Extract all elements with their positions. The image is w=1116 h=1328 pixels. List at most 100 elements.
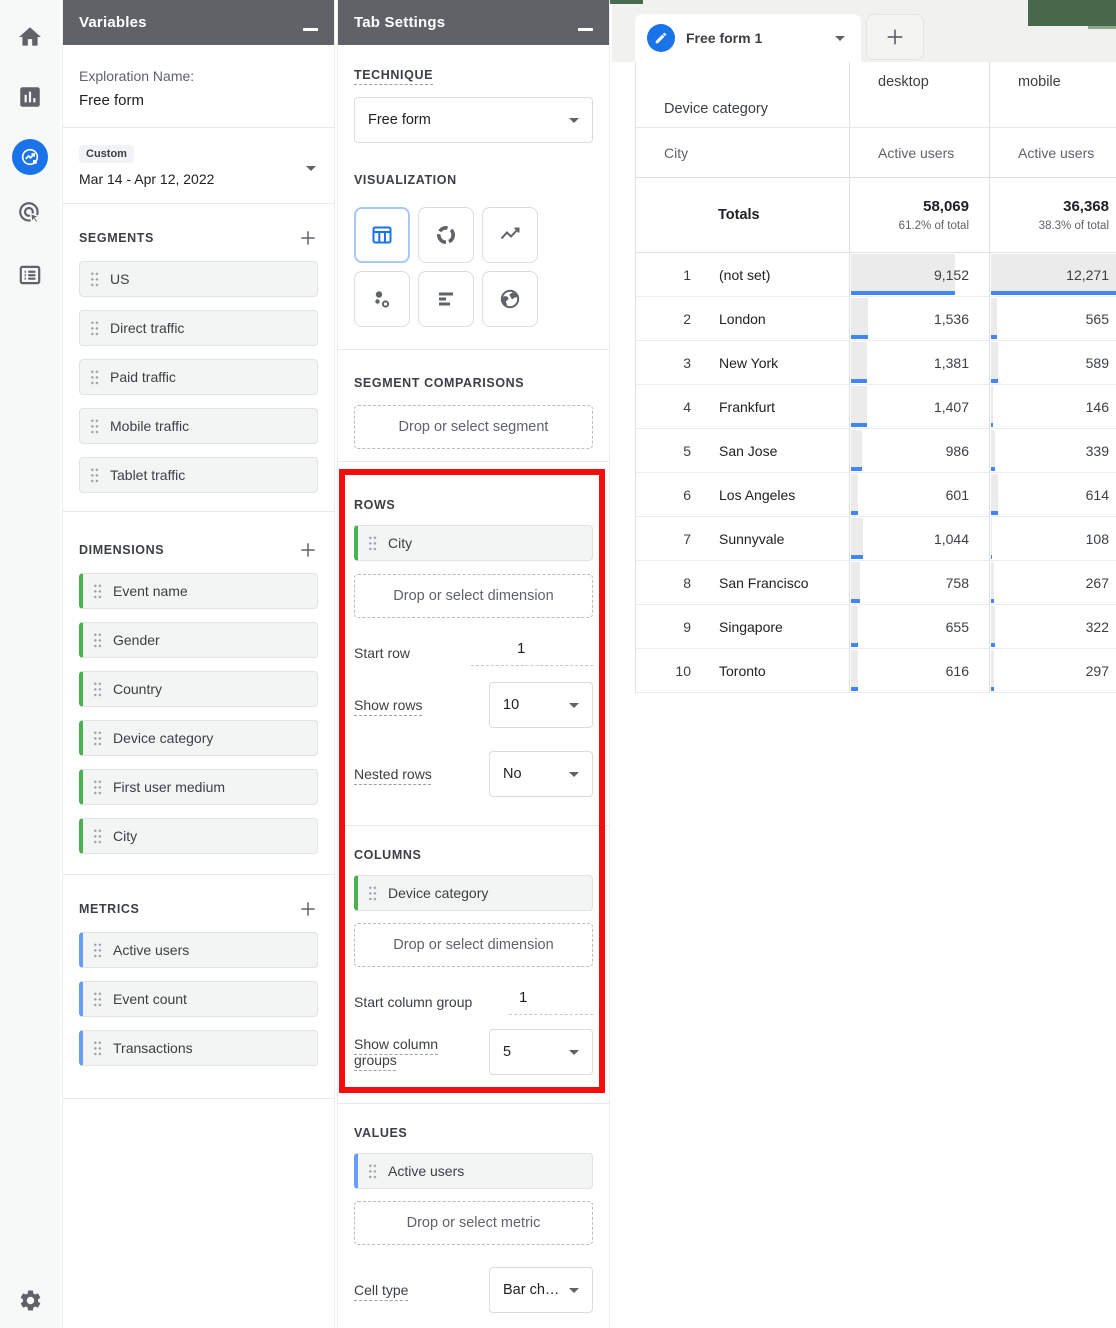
dimension-chip[interactable]: City bbox=[79, 818, 318, 854]
explore-icon[interactable] bbox=[0, 139, 60, 175]
row-label-cell[interactable]: 10Toronto bbox=[636, 649, 849, 692]
add-dimension-button[interactable] bbox=[298, 540, 318, 560]
row-label-cell[interactable]: 6Los Angeles bbox=[636, 473, 849, 516]
exploration-name-value[interactable]: Free form bbox=[79, 92, 318, 109]
advertising-icon[interactable] bbox=[0, 200, 60, 226]
exploration-name-label: Exploration Name: bbox=[79, 68, 318, 84]
nested-rows-label: Nested rows bbox=[354, 766, 432, 782]
metrics-section: METRICS Active usersEvent countTransacti… bbox=[63, 875, 334, 1099]
viz-line-chart-icon[interactable] bbox=[482, 207, 538, 263]
values-metric-chip[interactable]: Active users bbox=[354, 1153, 593, 1189]
value-cell-mobile[interactable]: 589 bbox=[989, 341, 1116, 384]
row-label-cell[interactable]: 7Sunnyvale bbox=[636, 517, 849, 560]
home-icon[interactable] bbox=[0, 24, 60, 50]
cell-value: 9,152 bbox=[934, 267, 969, 283]
show-rows-label: Show rows bbox=[354, 697, 422, 713]
viz-donut-chart-icon[interactable] bbox=[418, 207, 474, 263]
row-label-cell[interactable]: 4Frankfurt bbox=[636, 385, 849, 428]
add-segment-button[interactable] bbox=[298, 228, 318, 248]
start-column-group-input[interactable]: 1 bbox=[509, 989, 593, 1015]
date-range-picker[interactable]: Custom Mar 14 - Apr 12, 2022 bbox=[63, 128, 334, 204]
metric-chip[interactable]: Transactions bbox=[79, 1030, 318, 1066]
variables-minimize-button[interactable] bbox=[303, 28, 318, 31]
segment-chip[interactable]: Mobile traffic bbox=[79, 408, 318, 444]
viz-table-icon[interactable] bbox=[354, 207, 410, 263]
row-label-cell[interactable]: 1(not set) bbox=[636, 253, 849, 296]
cell-bar-background bbox=[851, 386, 867, 423]
tab-free-form-1[interactable]: Free form 1 bbox=[635, 14, 861, 62]
start-row-input[interactable]: 1 bbox=[471, 640, 593, 666]
cell-value: 1,381 bbox=[934, 355, 969, 371]
row-label-cell[interactable]: 8San Francisco bbox=[636, 561, 849, 604]
add-metric-button[interactable] bbox=[298, 899, 318, 919]
values-dropzone[interactable]: Drop or select metric bbox=[354, 1201, 593, 1245]
value-cell-desktop[interactable]: 1,407 bbox=[849, 385, 989, 428]
metric-chip[interactable]: Active users bbox=[79, 932, 318, 968]
drag-handle-icon bbox=[93, 583, 102, 599]
value-cell-desktop[interactable]: 758 bbox=[849, 561, 989, 604]
table-row: 6Los Angeles601614 bbox=[636, 473, 1116, 517]
row-city-label: (not set) bbox=[719, 267, 770, 283]
show-rows-select[interactable]: 10 bbox=[489, 682, 593, 728]
columns-dropzone[interactable]: Drop or select dimension bbox=[354, 923, 593, 967]
row-label-cell[interactable]: 9Singapore bbox=[636, 605, 849, 648]
dimension-chip[interactable]: Device category bbox=[79, 720, 318, 756]
metric-header-mobile: Active users bbox=[989, 128, 1116, 177]
value-cell-mobile[interactable]: 267 bbox=[989, 561, 1116, 604]
viz-bar-chart-icon[interactable] bbox=[418, 271, 474, 327]
cell-bar-background bbox=[851, 518, 863, 555]
value-cell-mobile[interactable]: 322 bbox=[989, 605, 1116, 648]
value-cell-desktop[interactable]: 1,044 bbox=[849, 517, 989, 560]
segment-comparisons-dropzone[interactable]: Drop or select segment bbox=[354, 405, 593, 449]
row-label-cell[interactable]: 3New York bbox=[636, 341, 849, 384]
rows-dropzone[interactable]: Drop or select dimension bbox=[354, 574, 593, 618]
segment-chip[interactable]: US bbox=[79, 261, 318, 297]
exploration-name-section: Exploration Name: Free form bbox=[63, 45, 334, 128]
cell-type-select[interactable]: Bar ch… bbox=[489, 1267, 593, 1313]
viz-geo-map-icon[interactable] bbox=[482, 271, 538, 327]
value-cell-mobile[interactable]: 108 bbox=[989, 517, 1116, 560]
value-cell-desktop[interactable]: 1,536 bbox=[849, 297, 989, 340]
segment-chip[interactable]: Paid traffic bbox=[79, 359, 318, 395]
technique-select[interactable]: Free form bbox=[354, 97, 593, 143]
segment-chip[interactable]: Direct traffic bbox=[79, 310, 318, 346]
value-cell-mobile[interactable]: 146 bbox=[989, 385, 1116, 428]
dimension-chip[interactable]: Gender bbox=[79, 622, 318, 658]
tab-settings-minimize-button[interactable] bbox=[578, 28, 593, 31]
totals-value-desktop: 58,069 bbox=[923, 198, 969, 215]
value-cell-mobile[interactable]: 614 bbox=[989, 473, 1116, 516]
value-cell-mobile[interactable]: 297 bbox=[989, 649, 1116, 692]
value-cell-desktop[interactable]: 1,381 bbox=[849, 341, 989, 384]
value-cell-desktop[interactable]: 616 bbox=[849, 649, 989, 692]
value-cell-mobile[interactable]: 12,271 bbox=[989, 253, 1116, 296]
reports-icon[interactable] bbox=[0, 84, 60, 110]
viz-scatter-plot-icon[interactable] bbox=[354, 271, 410, 327]
column-group-header-mobile: mobile bbox=[989, 62, 1116, 127]
drag-handle-icon bbox=[93, 991, 102, 1007]
metric-chip[interactable]: Event count bbox=[79, 981, 318, 1017]
value-cell-desktop[interactable]: 9,152 bbox=[849, 253, 989, 296]
library-icon[interactable] bbox=[0, 262, 60, 288]
value-cell-desktop[interactable]: 655 bbox=[849, 605, 989, 648]
totals-pct-desktop: 61.2% of total bbox=[899, 220, 969, 232]
drag-handle-icon bbox=[368, 885, 377, 901]
value-cell-desktop[interactable]: 601 bbox=[849, 473, 989, 516]
settings-gear-icon[interactable] bbox=[0, 1288, 60, 1313]
add-tab-button[interactable] bbox=[866, 14, 924, 60]
nested-rows-select[interactable]: No bbox=[489, 751, 593, 797]
segments-label: SEGMENTS bbox=[79, 231, 154, 245]
value-cell-mobile[interactable]: 565 bbox=[989, 297, 1116, 340]
dimension-chip[interactable]: Country bbox=[79, 671, 318, 707]
row-city-label: New York bbox=[719, 355, 778, 371]
tab-caret-icon[interactable] bbox=[835, 36, 845, 41]
segment-chip[interactable]: Tablet traffic bbox=[79, 457, 318, 493]
value-cell-desktop[interactable]: 986 bbox=[849, 429, 989, 472]
rows-dimension-chip[interactable]: City bbox=[354, 525, 593, 561]
row-label-cell[interactable]: 5San Jose bbox=[636, 429, 849, 472]
value-cell-mobile[interactable]: 339 bbox=[989, 429, 1116, 472]
show-column-groups-select[interactable]: 5 bbox=[489, 1029, 593, 1075]
row-label-cell[interactable]: 2London bbox=[636, 297, 849, 340]
dimension-chip[interactable]: Event name bbox=[79, 573, 318, 609]
dimension-chip[interactable]: First user medium bbox=[79, 769, 318, 805]
columns-dimension-chip[interactable]: Device category bbox=[354, 875, 593, 911]
